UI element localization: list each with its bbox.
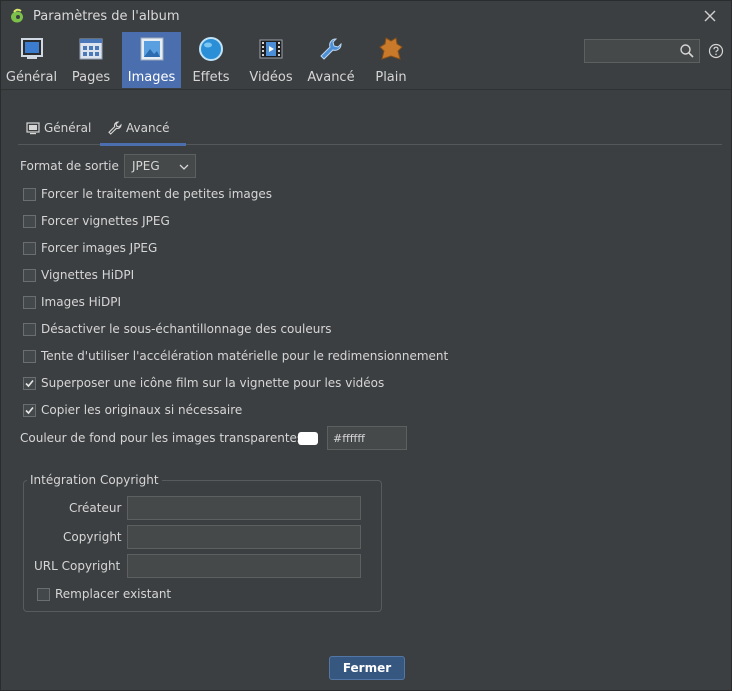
checkbox-label: Désactiver le sous-échantillonnage des c… bbox=[41, 322, 332, 336]
subtab-bar: Général Avancé bbox=[18, 113, 722, 146]
checkbox-label: Remplacer existant bbox=[55, 587, 172, 601]
checkbox-label: Superposer une icône film sur la vignett… bbox=[41, 376, 385, 390]
toolbar-item-effects[interactable]: Effets bbox=[187, 32, 235, 88]
checkbox-box[interactable] bbox=[23, 215, 36, 228]
creator-input[interactable] bbox=[133, 500, 355, 516]
toolbar-item-pages[interactable]: Pages bbox=[64, 32, 118, 88]
subtab-label: Général bbox=[44, 121, 92, 135]
checkbox-label: Forcer vignettes JPEG bbox=[41, 214, 170, 228]
checkbox-label: Vignettes HiDPI bbox=[41, 268, 135, 282]
checkbox-box[interactable] bbox=[23, 377, 36, 390]
leather-icon bbox=[379, 37, 403, 60]
search-input[interactable] bbox=[589, 42, 679, 62]
checkbox-label: Tente d'utiliser l'accélération matériel… bbox=[41, 349, 449, 363]
bg-color-label: Couleur de fond pour les images transpar… bbox=[20, 431, 304, 445]
output-format-select[interactable]: JPEG bbox=[124, 154, 196, 178]
wrench-icon bbox=[108, 121, 122, 135]
checkmark-icon bbox=[25, 406, 34, 415]
toolbar-label: Plain bbox=[375, 70, 407, 85]
wrench-icon bbox=[320, 38, 342, 60]
checkbox-label: Forcer le traitement de petites images bbox=[41, 187, 272, 201]
album-settings-dialog: Paramètres de l'album Général Pages Imag… bbox=[0, 0, 732, 691]
bg-color-input[interactable] bbox=[333, 430, 401, 446]
creator-field[interactable] bbox=[127, 496, 361, 520]
subtab-general[interactable]: Général bbox=[18, 113, 98, 143]
image-icon bbox=[140, 37, 163, 61]
creator-label: Créateur bbox=[69, 501, 122, 515]
checkbox-box[interactable] bbox=[23, 296, 36, 309]
copyright-label: Copyright bbox=[63, 530, 122, 544]
url-copyright-field[interactable] bbox=[127, 554, 361, 578]
toolbar-divider bbox=[1, 89, 731, 90]
checkbox-box[interactable] bbox=[23, 350, 36, 363]
help-icon[interactable] bbox=[708, 43, 724, 59]
window-title: Paramètres de l'album bbox=[33, 9, 180, 24]
copyright-group-title: Intégration Copyright bbox=[27, 473, 162, 487]
sphere-icon bbox=[199, 37, 223, 61]
app-logo-icon bbox=[11, 8, 23, 23]
checkbox-label: Images HiDPI bbox=[41, 295, 122, 309]
chevron-down-icon bbox=[179, 164, 189, 170]
toolbar-label: Effets bbox=[192, 70, 230, 85]
subtab-advanced[interactable]: Avancé bbox=[100, 113, 186, 146]
toolbar-item-videos[interactable]: Vidéos bbox=[244, 32, 298, 88]
url-copyright-label: URL Copyright bbox=[34, 559, 121, 573]
toolbar-label: Avancé bbox=[307, 70, 355, 85]
film-icon bbox=[259, 39, 283, 59]
copyright-input[interactable] bbox=[133, 529, 355, 545]
checkbox-box[interactable] bbox=[23, 269, 36, 282]
checkbox-label: Copier les originaux si nécessaire bbox=[41, 403, 243, 417]
close-button[interactable]: Fermer bbox=[329, 656, 405, 680]
checkbox-box[interactable] bbox=[23, 242, 36, 255]
checkbox-box[interactable] bbox=[23, 323, 36, 336]
checkbox-label: Forcer images JPEG bbox=[41, 241, 158, 255]
toolbar-item-general[interactable]: Général bbox=[5, 32, 58, 88]
copyright-field[interactable] bbox=[127, 525, 361, 549]
bg-color-field[interactable] bbox=[327, 426, 407, 450]
checkbox-box[interactable] bbox=[23, 188, 36, 201]
url-copyright-input[interactable] bbox=[133, 558, 355, 574]
search-icon[interactable] bbox=[679, 43, 695, 59]
checkbox-box[interactable] bbox=[23, 404, 36, 417]
monitor-icon bbox=[20, 38, 43, 59]
close-icon[interactable] bbox=[701, 7, 719, 25]
title-bar: Paramètres de l'album bbox=[1, 1, 731, 31]
toolbar-label: Images bbox=[127, 70, 176, 85]
checkbox-box[interactable] bbox=[37, 588, 50, 601]
bg-color-swatch[interactable] bbox=[298, 432, 318, 445]
output-format-label: Format de sortie bbox=[20, 159, 119, 173]
output-format-value: JPEG bbox=[132, 159, 160, 173]
subtab-label: Avancé bbox=[126, 121, 170, 135]
toolbar-label: Général bbox=[5, 70, 58, 85]
toolbar-item-plain[interactable]: Plain bbox=[365, 32, 417, 88]
toolbar-item-images[interactable]: Images bbox=[122, 32, 181, 88]
toolbar-label: Vidéos bbox=[249, 70, 293, 85]
checkmark-icon bbox=[25, 379, 34, 388]
toolbar-item-advanced[interactable]: Avancé bbox=[303, 32, 359, 88]
search-field[interactable] bbox=[584, 39, 700, 63]
pages-grid-icon bbox=[79, 38, 103, 60]
monitor-icon bbox=[26, 122, 40, 135]
toolbar-label: Pages bbox=[71, 70, 111, 85]
